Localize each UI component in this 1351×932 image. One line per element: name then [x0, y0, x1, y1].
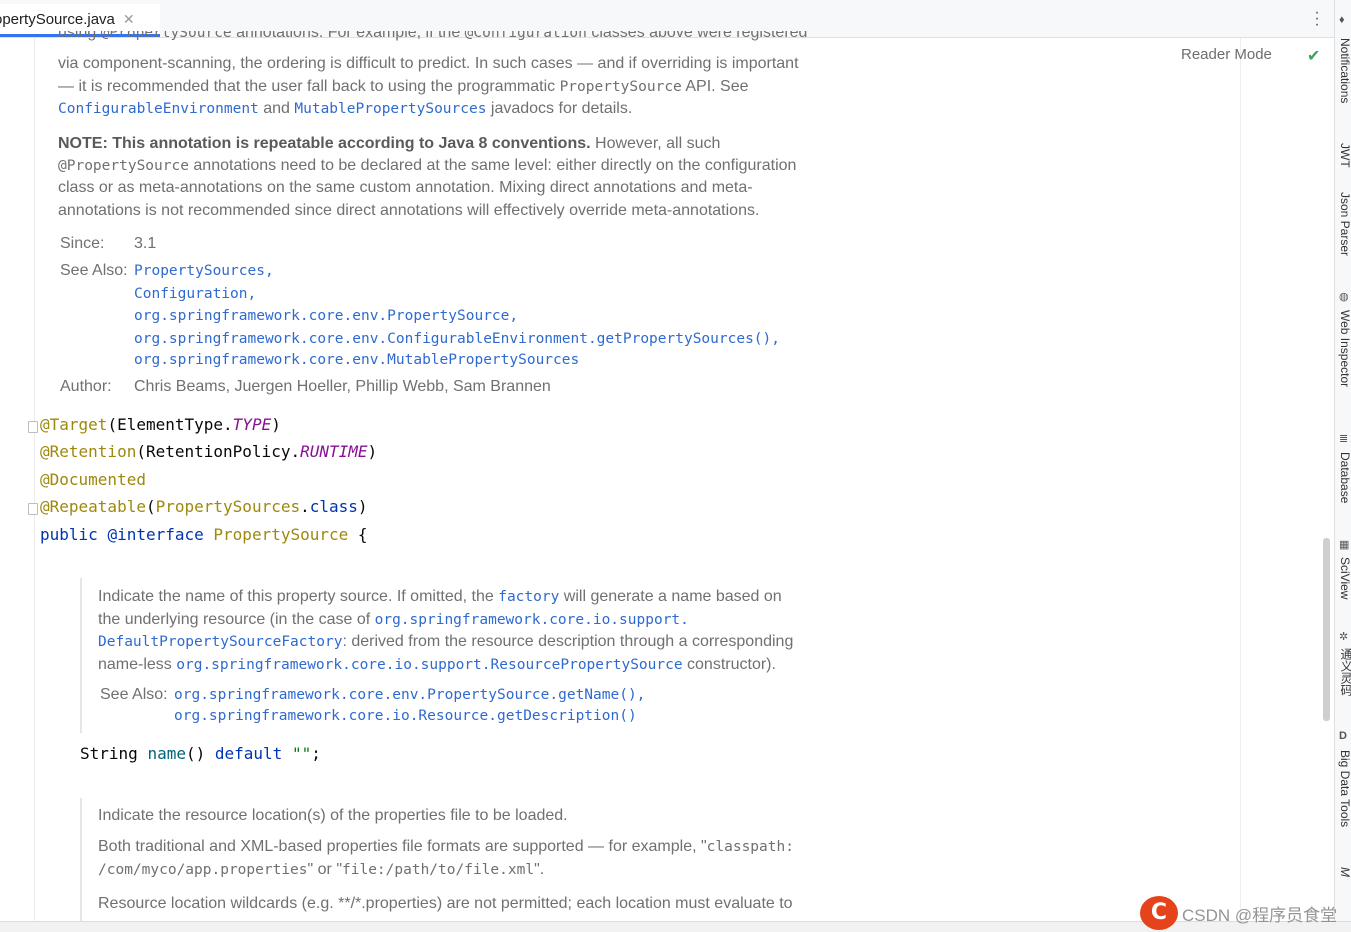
see-also-link[interactable]: org.springframework.core.env.PropertySou… — [174, 687, 645, 703]
code-line-documented: @Documented — [40, 470, 146, 489]
tool-notifications[interactable]: Notifications — [1338, 38, 1351, 103]
watermark-text: CSDN @程序员食堂 — [1182, 905, 1338, 925]
see-also-link[interactable]: PropertySources, — [134, 263, 274, 279]
link-factory[interactable]: factory — [498, 589, 559, 605]
doc-text: the underlying resource (in the case of … — [98, 611, 689, 628]
link-resource-property-source[interactable]: org.springframework.core.io.support.Reso… — [176, 657, 682, 673]
tool-m[interactable]: M — [1338, 867, 1351, 877]
bell-icon: ♦ — [1339, 14, 1345, 26]
see-also-link[interactable]: org.springframework.core.env.MutableProp… — [134, 352, 579, 368]
see-also-link[interactable]: org.springframework.core.env.Configurabl… — [134, 331, 780, 347]
tool-database[interactable]: Database — [1338, 452, 1351, 503]
tool-tongyi-lingma[interactable]: 通义灵码 — [1338, 648, 1351, 696]
big-data-icon: D — [1339, 730, 1347, 742]
inspection-ok-icon[interactable]: ✔ — [1307, 46, 1320, 66]
code-line-repeatable: @Repeatable(PropertySources.class) — [40, 497, 368, 516]
link-default-property-source-factory[interactable]: DefaultPropertySourceFactory — [98, 634, 342, 650]
doc-text: @PropertySource annotations need to be d… — [58, 157, 797, 174]
doc-text: DefaultPropertySourceFactory: derived fr… — [98, 633, 794, 650]
tool-jwt[interactable]: JWT — [1338, 143, 1351, 168]
doc-text: ConfigurableEnvironment and MutablePrope… — [58, 100, 633, 117]
doc-text: — it is recommended that the user fall b… — [58, 78, 749, 95]
doc-text: /com/myco/app.properties" or "file:/path… — [98, 861, 545, 878]
scrollbar-thumb[interactable] — [1323, 538, 1330, 721]
see-also-label: See Also: — [60, 262, 128, 279]
doc-comment-bar — [80, 578, 82, 733]
doc-text: class or as meta-annotations on the same… — [58, 179, 753, 196]
vertical-scrollbar[interactable] — [1321, 38, 1333, 921]
right-margin-guide — [1240, 38, 1241, 921]
tool-big-data-tools[interactable]: Big Data Tools — [1338, 750, 1351, 827]
link-mutable-property-sources[interactable]: MutablePropertySources — [294, 101, 486, 117]
code-line-name-method: String name() default ""; — [80, 744, 321, 763]
more-options-icon[interactable]: · · · — [1311, 5, 1323, 33]
fold-marker-icon[interactable] — [28, 503, 38, 515]
watermark: C CSDN @程序员食堂 — [1140, 896, 1337, 930]
see-also-label: See Also: — [100, 686, 168, 703]
close-icon[interactable]: ✕ — [123, 11, 135, 28]
link-configurable-environment[interactable]: ConfigurableEnvironment — [58, 101, 259, 117]
doc-line-partial: using @PropertySource annotations. For e… — [58, 31, 808, 41]
csdn-logo: C — [1140, 896, 1178, 930]
doc-text: Both traditional and XML-based propertie… — [98, 838, 794, 855]
tool-web-inspector[interactable]: Web Inspector — [1338, 310, 1351, 387]
doc-text: annotations is not recommended since dir… — [58, 202, 760, 219]
doc-comment-bar — [80, 798, 82, 921]
see-also-link[interactable]: Configuration, — [134, 286, 256, 302]
link-default-property-source-factory[interactable]: org.springframework.core.io.support. — [375, 612, 689, 628]
globe-icon: ◍ — [1339, 291, 1349, 303]
tongyi-icon: ✲ — [1339, 631, 1349, 643]
since-label: Since: — [60, 235, 105, 252]
code-line-declaration: public @interface PropertySource { — [40, 525, 368, 544]
author-value: Chris Beams, Juergen Hoeller, Phillip We… — [134, 378, 551, 395]
reader-mode-button[interactable]: Reader Mode — [1181, 46, 1272, 63]
doc-text: via component-scanning, the ordering is … — [58, 55, 799, 72]
tool-sciview[interactable]: SciView — [1338, 557, 1351, 599]
since-value: 3.1 — [134, 235, 157, 252]
fold-marker-icon[interactable] — [28, 421, 38, 433]
editor-gutter — [0, 38, 35, 921]
code-line-retention: @Retention(RetentionPolicy.RUNTIME) — [40, 442, 378, 461]
author-label: Author: — [60, 378, 112, 395]
tab-filename: opertySource.java — [0, 10, 115, 28]
see-also-link[interactable]: org.springframework.core.io.Resource.get… — [174, 708, 637, 724]
doc-text: Indicate the resource location(s) of the… — [98, 807, 568, 824]
doc-note: NOTE: This annotation is repeatable acco… — [58, 135, 721, 152]
see-also-link[interactable]: org.springframework.core.env.PropertySou… — [134, 308, 518, 324]
doc-text: name-less org.springframework.core.io.su… — [98, 656, 776, 673]
code-line-target: @Target(ElementType.TYPE) — [40, 415, 281, 434]
database-icon: ≣ — [1339, 433, 1349, 445]
doc-text: Indicate the name of this property sourc… — [98, 588, 782, 605]
sciview-icon: ▦ — [1339, 539, 1350, 551]
doc-text: Resource location wildcards (e.g. **/*.p… — [98, 895, 793, 912]
tool-json-parser[interactable]: Json Parser — [1338, 192, 1351, 256]
